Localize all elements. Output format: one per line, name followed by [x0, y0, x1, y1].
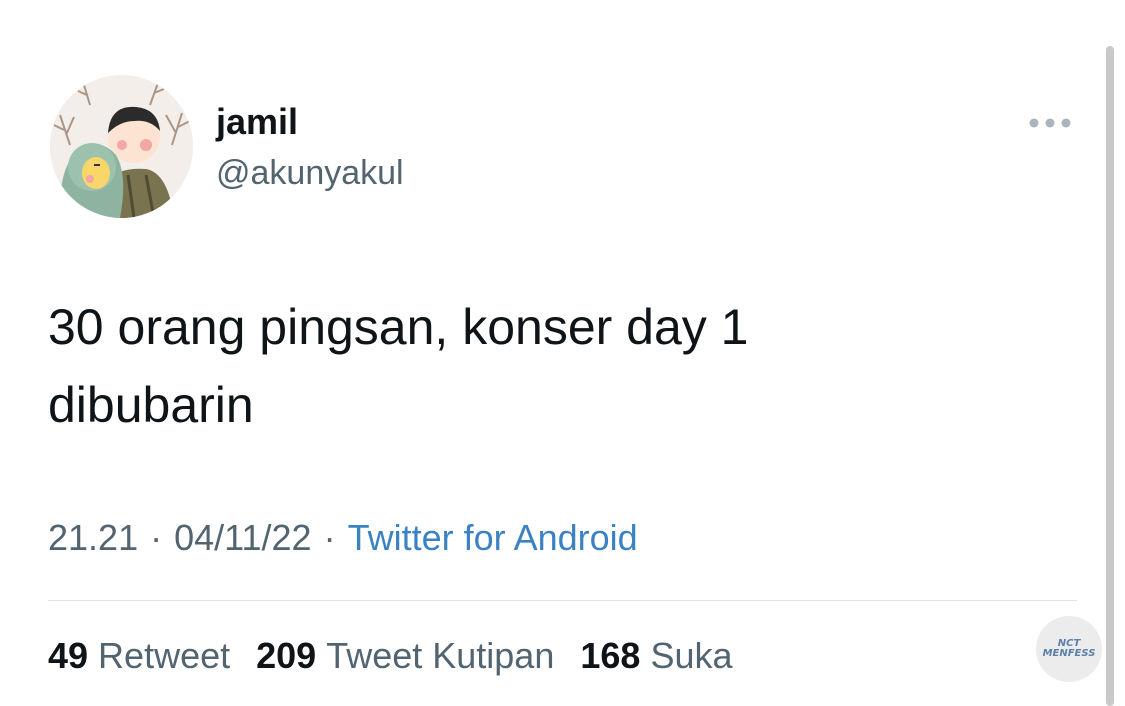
like-count: 168 [580, 635, 641, 676]
watermark-line2: MENFESS [1042, 648, 1096, 659]
display-name[interactable]: jamil [216, 100, 298, 144]
user-handle[interactable]: @akunyakul [216, 152, 404, 194]
quote-count: 209 [256, 635, 317, 676]
watermark-logo: NCT MENFESS [1036, 616, 1102, 682]
tweet-text: 30 orang pingsan, konser day 1 dibubarin [48, 299, 749, 433]
more-options-icon [1029, 118, 1071, 128]
meta-separator: · [323, 517, 336, 558]
like-count-link[interactable]: 168 Suka [580, 633, 732, 679]
tweet-stats: 49 Retweet 209 Tweet Kutipan 168 Suka [48, 633, 733, 679]
meta-separator: · [150, 517, 163, 558]
tweet-meta: 21.21 · 04/11/22 · Twitter for Android [48, 515, 638, 561]
tweet-date[interactable]: 04/11/22 [174, 517, 311, 558]
quote-label: Tweet Kutipan [326, 635, 555, 676]
like-label: Suka [650, 635, 733, 676]
tweet-time[interactable]: 21.21 [48, 517, 138, 558]
retweet-label: Retweet [98, 635, 231, 676]
divider [48, 600, 1077, 601]
avatar[interactable] [50, 75, 193, 218]
scrollbar[interactable] [1106, 46, 1114, 706]
retweet-count-link[interactable]: 49 Retweet [48, 633, 230, 679]
retweet-count: 49 [48, 635, 89, 676]
more-options-button[interactable] [1024, 108, 1076, 138]
tweet-source-link[interactable]: Twitter for Android [348, 517, 638, 558]
couple-cartoon-avatar-icon [50, 75, 193, 218]
quote-count-link[interactable]: 209 Tweet Kutipan [256, 633, 554, 679]
